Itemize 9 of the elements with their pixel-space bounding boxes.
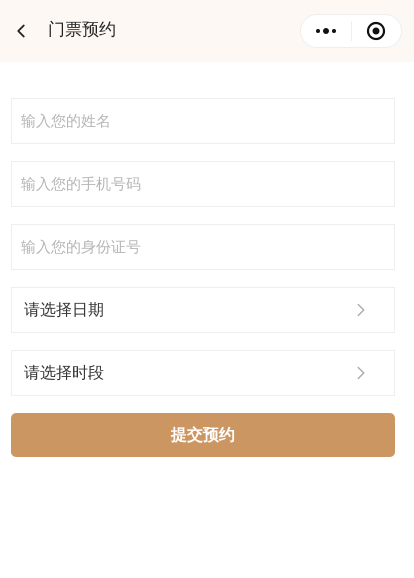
picker-label: 请选择日期 <box>24 299 104 321</box>
text-field[interactable]: 输入您的身份证号 <box>11 224 395 270</box>
picker-field[interactable]: 请选择时段 <box>11 350 395 396</box>
more-icon[interactable] <box>315 28 337 34</box>
text-field[interactable]: 输入您的姓名 <box>11 98 395 144</box>
picker-field[interactable]: 请选择日期 <box>11 287 395 333</box>
picker-label: 请选择时段 <box>24 362 104 384</box>
page-title: 门票预约 <box>48 19 116 42</box>
text-field[interactable]: 输入您的手机号码 <box>11 161 395 207</box>
